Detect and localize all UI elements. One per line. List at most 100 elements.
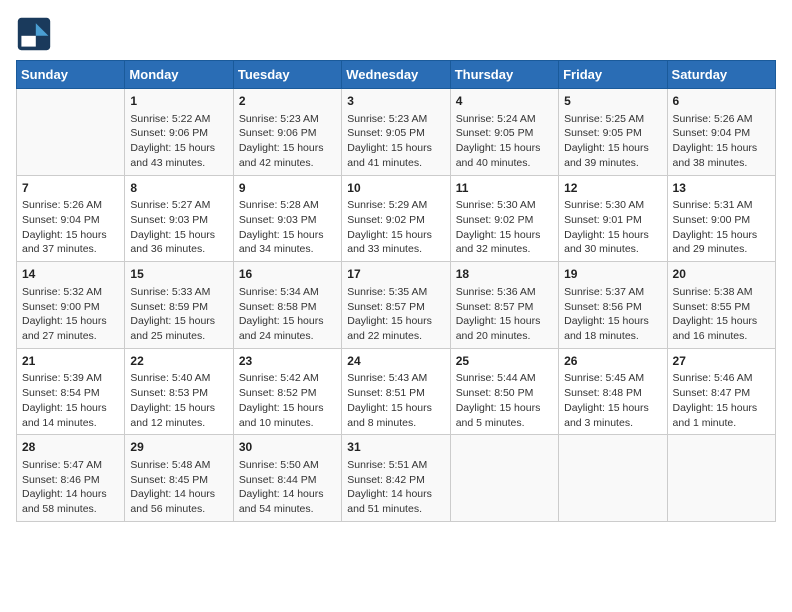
column-header-thursday: Thursday — [450, 61, 558, 89]
day-content: Sunrise: 5:44 AM Sunset: 8:50 PM Dayligh… — [456, 371, 553, 430]
calendar-cell: 6 Sunrise: 5:26 AM Sunset: 9:04 PM Daylig… — [667, 89, 775, 176]
calendar-cell — [450, 435, 558, 522]
week-row-2: 7Sunrise: 5:26 AM Sunset: 9:04 PM Daylig… — [17, 175, 776, 262]
day-content: Sunrise: 5:42 AM Sunset: 8:52 PM Dayligh… — [239, 371, 336, 430]
day-content: Sunrise: 5:26 AM Sunset: 9:04 PM Dayligh… — [673, 112, 770, 171]
day-content: Sunrise: 5:50 AM Sunset: 8:44 PM Dayligh… — [239, 458, 336, 517]
column-header-sunday: Sunday — [17, 61, 125, 89]
day-content: Sunrise: 5:30 AM Sunset: 9:02 PM Dayligh… — [456, 198, 553, 257]
calendar-table: SundayMondayTuesdayWednesdayThursdayFrid… — [16, 60, 776, 522]
day-number: 30 — [239, 439, 336, 456]
day-number: 18 — [456, 266, 553, 283]
calendar-cell: 16Sunrise: 5:34 AM Sunset: 8:58 PM Dayli… — [233, 262, 341, 349]
day-content: Sunrise: 5:48 AM Sunset: 8:45 PM Dayligh… — [130, 458, 227, 517]
day-number: 26 — [564, 353, 661, 370]
day-content: Sunrise: 5:28 AM Sunset: 9:03 PM Dayligh… — [239, 198, 336, 257]
header — [16, 16, 776, 52]
day-content: Sunrise: 5:37 AM Sunset: 8:56 PM Dayligh… — [564, 285, 661, 344]
week-row-4: 21Sunrise: 5:39 AM Sunset: 8:54 PM Dayli… — [17, 348, 776, 435]
day-content: Sunrise: 5:31 AM Sunset: 9:00 PM Dayligh… — [673, 198, 770, 257]
day-number: 29 — [130, 439, 227, 456]
calendar-cell: 25Sunrise: 5:44 AM Sunset: 8:50 PM Dayli… — [450, 348, 558, 435]
day-number: 13 — [673, 180, 770, 197]
day-content: Sunrise: 5:23 AM Sunset: 9:05 PM Dayligh… — [347, 112, 444, 171]
column-header-wednesday: Wednesday — [342, 61, 450, 89]
day-number: 10 — [347, 180, 444, 197]
calendar-cell — [17, 89, 125, 176]
day-content: Sunrise: 5:35 AM Sunset: 8:57 PM Dayligh… — [347, 285, 444, 344]
day-number: 31 — [347, 439, 444, 456]
day-content: Sunrise: 5:38 AM Sunset: 8:55 PM Dayligh… — [673, 285, 770, 344]
day-content: Sunrise: 5:27 AM Sunset: 9:03 PM Dayligh… — [130, 198, 227, 257]
day-number: 27 — [673, 353, 770, 370]
calendar-cell: 26Sunrise: 5:45 AM Sunset: 8:48 PM Dayli… — [559, 348, 667, 435]
day-number: 21 — [22, 353, 119, 370]
calendar-cell: 17 Sunrise: 5:35 AM Sunset: 8:57 PM Dayli… — [342, 262, 450, 349]
column-header-monday: Monday — [125, 61, 233, 89]
column-header-tuesday: Tuesday — [233, 61, 341, 89]
calendar-cell — [667, 435, 775, 522]
day-content: Sunrise: 5:30 AM Sunset: 9:01 PM Dayligh… — [564, 198, 661, 257]
week-row-1: 1 Sunrise: 5:22 AM Sunset: 9:06 PM Daylig… — [17, 89, 776, 176]
day-number: 16 — [239, 266, 336, 283]
day-number: 28 — [22, 439, 119, 456]
day-number: 20 — [673, 266, 770, 283]
day-number: 2 — [239, 93, 336, 110]
day-content: Sunrise: 5:32 AM Sunset: 9:00 PM Dayligh… — [22, 285, 119, 344]
week-row-3: 14 Sunrise: 5:32 AM Sunset: 9:00 PM Dayli… — [17, 262, 776, 349]
calendar-cell: 4 Sunrise: 5:24 AM Sunset: 9:05 PM Daylig… — [450, 89, 558, 176]
day-content: Sunrise: 5:40 AM Sunset: 8:53 PM Dayligh… — [130, 371, 227, 430]
day-number: 15 — [130, 266, 227, 283]
day-number: 14 — [22, 266, 119, 283]
day-content: Sunrise: 5:24 AM Sunset: 9:05 PM Dayligh… — [456, 112, 553, 171]
day-number: 23 — [239, 353, 336, 370]
day-content: Sunrise: 5:47 AM Sunset: 8:46 PM Dayligh… — [22, 458, 119, 517]
calendar-cell: 5Sunrise: 5:25 AM Sunset: 9:05 PM Daylig… — [559, 89, 667, 176]
calendar-cell: 1 Sunrise: 5:22 AM Sunset: 9:06 PM Daylig… — [125, 89, 233, 176]
logo-icon — [16, 16, 52, 52]
calendar-cell: 15Sunrise: 5:33 AM Sunset: 8:59 PM Dayli… — [125, 262, 233, 349]
day-number: 11 — [456, 180, 553, 197]
day-number: 6 — [673, 93, 770, 110]
day-content: Sunrise: 5:51 AM Sunset: 8:42 PM Dayligh… — [347, 458, 444, 517]
day-content: Sunrise: 5:43 AM Sunset: 8:51 PM Dayligh… — [347, 371, 444, 430]
day-content: Sunrise: 5:23 AM Sunset: 9:06 PM Dayligh… — [239, 112, 336, 171]
calendar-cell: 28 Sunrise: 5:47 AM Sunset: 8:46 PM Dayli… — [17, 435, 125, 522]
calendar-cell: 24Sunrise: 5:43 AM Sunset: 8:51 PM Dayli… — [342, 348, 450, 435]
day-number: 4 — [456, 93, 553, 110]
day-content: Sunrise: 5:25 AM Sunset: 9:05 PM Dayligh… — [564, 112, 661, 171]
calendar-cell: 27Sunrise: 5:46 AM Sunset: 8:47 PM Dayli… — [667, 348, 775, 435]
day-number: 8 — [130, 180, 227, 197]
calendar-cell: 14 Sunrise: 5:32 AM Sunset: 9:00 PM Dayli… — [17, 262, 125, 349]
day-number: 17 — [347, 266, 444, 283]
calendar-cell: 3Sunrise: 5:23 AM Sunset: 9:05 PM Daylig… — [342, 89, 450, 176]
day-content: Sunrise: 5:36 AM Sunset: 8:57 PM Dayligh… — [456, 285, 553, 344]
calendar-cell: 23Sunrise: 5:42 AM Sunset: 8:52 PM Dayli… — [233, 348, 341, 435]
calendar-cell: 31 Sunrise: 5:51 AM Sunset: 8:42 PM Dayli… — [342, 435, 450, 522]
header-row: SundayMondayTuesdayWednesdayThursdayFrid… — [17, 61, 776, 89]
calendar-cell — [559, 435, 667, 522]
calendar-cell: 7Sunrise: 5:26 AM Sunset: 9:04 PM Daylig… — [17, 175, 125, 262]
calendar-cell: 20 Sunrise: 5:38 AM Sunset: 8:55 PM Dayli… — [667, 262, 775, 349]
day-number: 24 — [347, 353, 444, 370]
calendar-cell: 9Sunrise: 5:28 AM Sunset: 9:03 PM Daylig… — [233, 175, 341, 262]
calendar-cell: 21Sunrise: 5:39 AM Sunset: 8:54 PM Dayli… — [17, 348, 125, 435]
calendar-cell: 12Sunrise: 5:30 AM Sunset: 9:01 PM Dayli… — [559, 175, 667, 262]
day-content: Sunrise: 5:22 AM Sunset: 9:06 PM Dayligh… — [130, 112, 227, 171]
calendar-cell: 18 Sunrise: 5:36 AM Sunset: 8:57 PM Dayli… — [450, 262, 558, 349]
day-content: Sunrise: 5:26 AM Sunset: 9:04 PM Dayligh… — [22, 198, 119, 257]
calendar-cell: 19Sunrise: 5:37 AM Sunset: 8:56 PM Dayli… — [559, 262, 667, 349]
calendar-cell: 11Sunrise: 5:30 AM Sunset: 9:02 PM Dayli… — [450, 175, 558, 262]
day-number: 1 — [130, 93, 227, 110]
day-content: Sunrise: 5:29 AM Sunset: 9:02 PM Dayligh… — [347, 198, 444, 257]
calendar-cell: 30 Sunrise: 5:50 AM Sunset: 8:44 PM Dayli… — [233, 435, 341, 522]
calendar-cell: 29 Sunrise: 5:48 AM Sunset: 8:45 PM Dayli… — [125, 435, 233, 522]
calendar-cell: 2 Sunrise: 5:23 AM Sunset: 9:06 PM Daylig… — [233, 89, 341, 176]
day-content: Sunrise: 5:45 AM Sunset: 8:48 PM Dayligh… — [564, 371, 661, 430]
column-header-friday: Friday — [559, 61, 667, 89]
day-number: 9 — [239, 180, 336, 197]
day-content: Sunrise: 5:39 AM Sunset: 8:54 PM Dayligh… — [22, 371, 119, 430]
week-row-5: 28 Sunrise: 5:47 AM Sunset: 8:46 PM Dayli… — [17, 435, 776, 522]
calendar-cell: 8Sunrise: 5:27 AM Sunset: 9:03 PM Daylig… — [125, 175, 233, 262]
day-number: 12 — [564, 180, 661, 197]
